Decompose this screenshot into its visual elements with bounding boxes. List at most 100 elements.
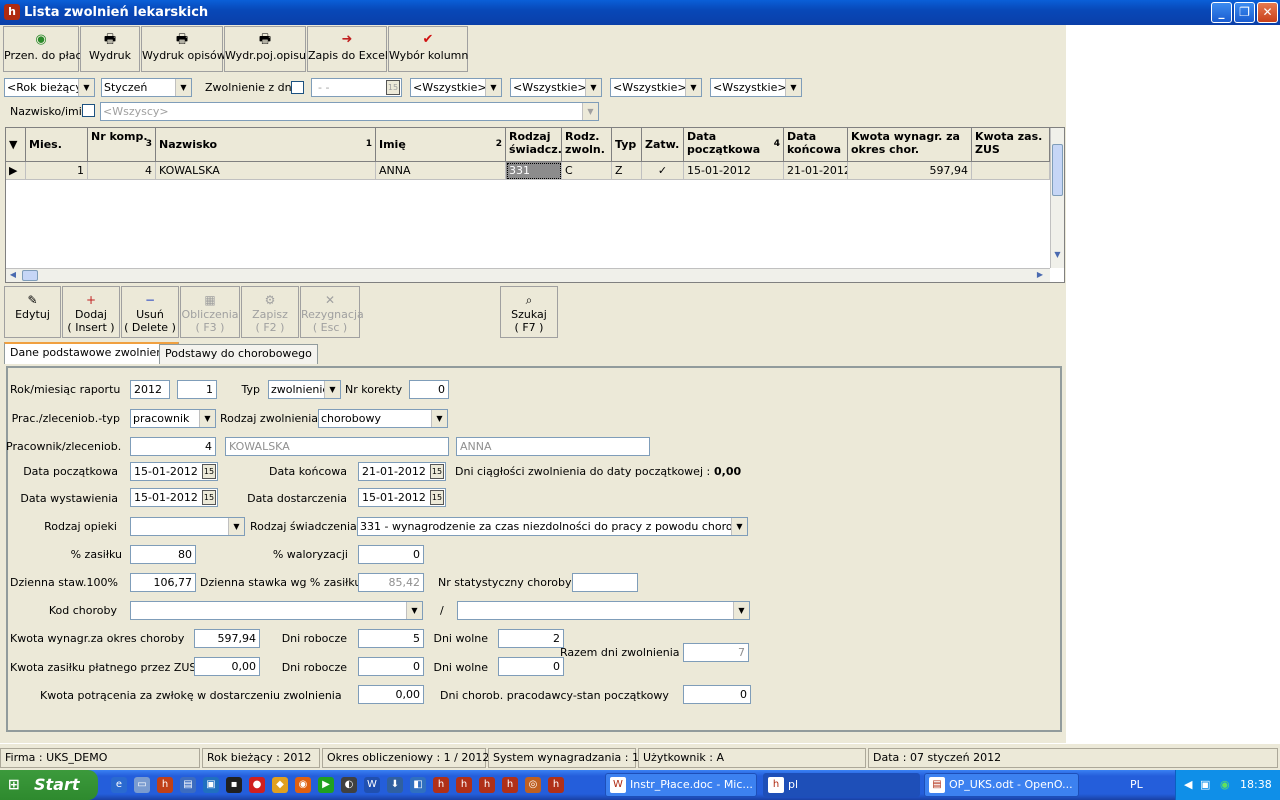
calendar-icon[interactable]: 15 xyxy=(430,464,444,479)
status-icon[interactable]: ◉ xyxy=(1220,770,1230,800)
table-cell-selected[interactable]: 331 xyxy=(506,162,562,180)
care-type-select[interactable]: ▼ xyxy=(130,517,245,536)
app-icon[interactable]: h xyxy=(456,777,472,793)
delivery-date-input[interactable]: 15-01-2012 15 xyxy=(358,488,446,507)
late-delivery-deduction-input[interactable]: 0,00 xyxy=(358,685,424,704)
filter-select-4[interactable]: <Wszystkie> ▼ xyxy=(710,78,802,97)
app-icon[interactable]: h xyxy=(157,777,173,793)
print-button[interactable]: 🖶 Wydruk xyxy=(80,26,140,72)
filter-select-3[interactable]: <Wszystkie> ▼ xyxy=(610,78,702,97)
zus-benefit-input[interactable]: 0,00 xyxy=(194,657,260,676)
end-date-input[interactable]: 21-01-2012 15 xyxy=(358,462,446,481)
transfer-to-payroll-button[interactable]: ◉ Przen. do płac xyxy=(3,26,82,72)
app-icon[interactable]: h xyxy=(548,777,564,793)
app-icon[interactable]: h xyxy=(502,777,518,793)
save-button[interactable]: ⚙ Zapisz ( F2 ) xyxy=(241,286,299,338)
free-days-input[interactable]: 2 xyxy=(498,629,564,648)
add-button[interactable]: + Dodaj ( Insert ) xyxy=(62,286,120,338)
app-icon[interactable]: ● xyxy=(249,777,265,793)
table-cell[interactable]: 21-01-2012 xyxy=(784,162,848,180)
scroll-thumb[interactable] xyxy=(22,270,38,281)
vertical-scrollbar[interactable]: ▼ xyxy=(1050,128,1064,268)
calendar-icon[interactable]: 15 xyxy=(202,464,216,479)
col-header-approved[interactable]: Zatw. xyxy=(642,128,684,162)
col-header-start-date[interactable]: Data początkowa 4 xyxy=(684,128,784,162)
col-header-firstname[interactable]: Imię 2 xyxy=(376,128,506,162)
salary-amount-input[interactable]: 597,94 xyxy=(194,629,260,648)
back-icon[interactable]: ◀ xyxy=(1184,770,1192,800)
filter-select-2[interactable]: <Wszystkie> ▼ xyxy=(510,78,602,97)
calendar-icon[interactable]: 15 xyxy=(202,490,216,505)
table-cell[interactable]: 597,94 xyxy=(848,162,972,180)
network-icon[interactable]: ▣ xyxy=(1200,770,1210,800)
start-date-input[interactable]: 15-01-2012 15 xyxy=(130,462,218,481)
maximize-button[interactable]: ❐ xyxy=(1234,2,1255,23)
col-header-zus[interactable]: Kwota zas. ZUS xyxy=(972,128,1050,162)
edit-button[interactable]: ✎ Edytuj xyxy=(4,286,61,338)
date-filter-checkbox[interactable] xyxy=(291,81,304,94)
name-filter-checkbox[interactable] xyxy=(82,104,95,117)
disease-code-select[interactable]: ▼ xyxy=(130,601,423,620)
choose-columns-button[interactable]: ✔ Wybór kolumn xyxy=(388,26,468,72)
type-select[interactable]: zwolnienie ▼ xyxy=(268,380,341,399)
explorer-icon[interactable]: ▤ xyxy=(180,777,196,793)
table-cell[interactable]: 1 xyxy=(26,162,88,180)
col-header-amount[interactable]: Kwota wynagr. za okres chor. xyxy=(848,128,972,162)
leave-kind-select[interactable]: chorobowy ▼ xyxy=(318,409,448,428)
app-icon[interactable]: h xyxy=(433,777,449,793)
report-year-input[interactable]: 2012 xyxy=(130,380,170,399)
correction-input[interactable]: 0 xyxy=(409,380,449,399)
table-cell[interactable]: KOWALSKA xyxy=(156,162,376,180)
filter-select-1[interactable]: <Wszystkie> ▼ xyxy=(410,78,502,97)
col-header-surname[interactable]: Nazwisko 1 xyxy=(156,128,376,162)
app-icon[interactable]: ◆ xyxy=(272,777,288,793)
row-indicator-icon[interactable]: ▶ xyxy=(6,162,26,180)
cancel-button[interactable]: ✕ Rezygnacja ( Esc ) xyxy=(300,286,364,338)
table-cell[interactable]: Z xyxy=(612,162,642,180)
free-days-2-input[interactable]: 0 xyxy=(498,657,564,676)
start-button[interactable]: ⊞ Start xyxy=(0,770,98,800)
table-cell[interactable]: 4 xyxy=(88,162,156,180)
working-days-input[interactable]: 5 xyxy=(358,629,424,648)
approved-check-icon[interactable]: ✓ xyxy=(642,162,684,180)
date-filter-input[interactable]: - -15 xyxy=(311,78,402,97)
language-indicator[interactable]: PL xyxy=(1130,770,1143,800)
close-button[interactable]: ✕ xyxy=(1257,2,1278,23)
grid-menu-icon[interactable]: ▼ xyxy=(6,128,26,162)
taskbar-item-pl[interactable]: h pl xyxy=(763,773,920,797)
table-cell[interactable]: 15-01-2012 xyxy=(684,162,784,180)
employee-number-input[interactable]: 4 xyxy=(130,437,216,456)
tab-sick-pay-basis[interactable]: Podstawy do chorobowego xyxy=(159,344,318,364)
calendar-icon[interactable]: 15 xyxy=(430,490,444,505)
name-filter-select[interactable]: <Wszyscy> ▼ xyxy=(100,102,599,121)
col-header-benefit-type[interactable]: Rodzaj świadcz. xyxy=(506,128,562,162)
col-header-end-date[interactable]: Data końcowa xyxy=(784,128,848,162)
minimize-button[interactable]: _ xyxy=(1211,2,1232,23)
table-cell[interactable]: ANNA xyxy=(376,162,506,180)
app-icon[interactable]: ▪ xyxy=(226,777,242,793)
disease-code-2-select[interactable]: ▼ xyxy=(457,601,750,620)
stat-number-input[interactable] xyxy=(572,573,638,592)
search-button[interactable]: ⌕ Szukaj ( F7 ) xyxy=(500,286,558,338)
taskbar-item-word[interactable]: W Instr_Płace.doc - Mic... xyxy=(605,773,757,797)
app-icon[interactable]: ◐ xyxy=(341,777,357,793)
scroll-thumb[interactable] xyxy=(1052,144,1063,196)
word-icon[interactable]: W xyxy=(364,777,380,793)
col-header-month[interactable]: Mies. xyxy=(26,128,88,162)
app-icon[interactable]: ◎ xyxy=(525,777,541,793)
firefox-icon[interactable]: ◉ xyxy=(295,777,311,793)
taskbar-item-openoffice[interactable]: ▤ OP_UKS.odt - OpenO... xyxy=(924,773,1079,797)
col-header-leave-kind[interactable]: Rodz. zwoln. xyxy=(562,128,612,162)
daily-rate-input[interactable]: 106,77 xyxy=(130,573,196,592)
col-header-type[interactable]: Typ xyxy=(612,128,642,162)
valorization-input[interactable]: 0 xyxy=(358,545,424,564)
print-descriptions-button[interactable]: 🖶 Wydruk opisów xyxy=(141,26,226,72)
issue-date-input[interactable]: 15-01-2012 15 xyxy=(130,488,218,507)
working-days-2-input[interactable]: 0 xyxy=(358,657,424,676)
app-icon[interactable]: ⬇ xyxy=(387,777,403,793)
tab-basic-data[interactable]: Dane podstawowe zwolnienia xyxy=(4,342,180,364)
table-cell[interactable]: C xyxy=(562,162,612,180)
col-header-nr[interactable]: Nr komp. 3 xyxy=(88,128,156,162)
ie-icon[interactable]: e xyxy=(111,777,127,793)
scroll-down-icon[interactable]: ▼ xyxy=(1052,250,1063,265)
